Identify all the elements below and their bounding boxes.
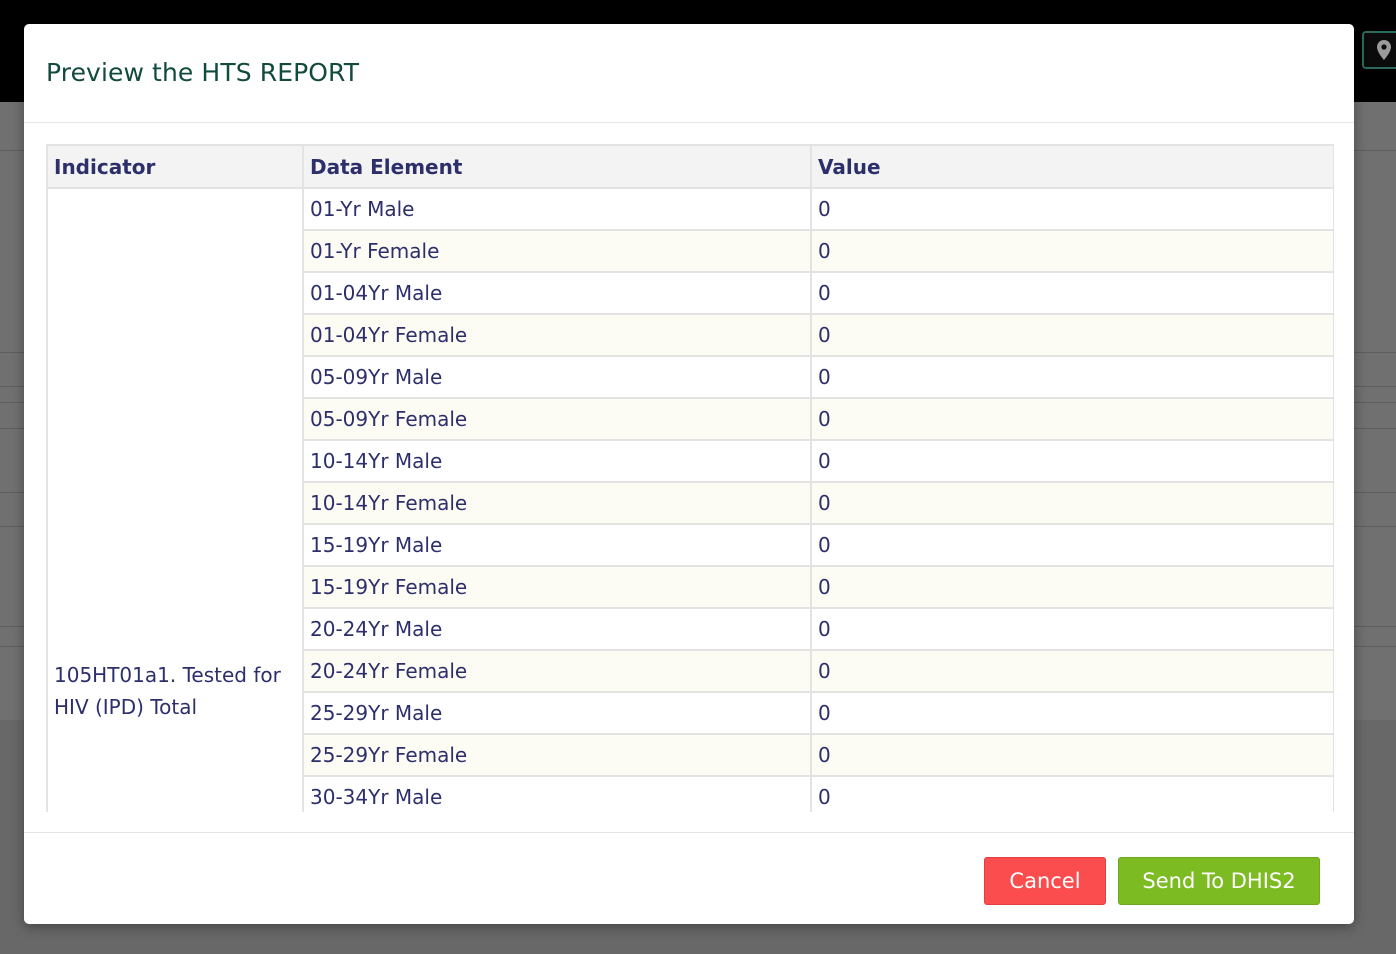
- data-element-cell: 05-09Yr Male: [302, 355, 812, 399]
- modal-title: Preview the HTS REPORT: [46, 58, 360, 87]
- value-cell: 0: [810, 313, 1334, 357]
- column-header-data-element: Data Element: [302, 144, 812, 189]
- data-element-cell: 15-19Yr Male: [302, 523, 812, 567]
- data-element-cell: 05-09Yr Female: [302, 397, 812, 441]
- data-element-cell: 30-34Yr Male: [302, 775, 812, 812]
- value-cell: 0: [810, 565, 1334, 609]
- value-cell: 0: [810, 355, 1334, 399]
- data-element-cell: 01-04Yr Female: [302, 313, 812, 357]
- value-cell: 0: [810, 481, 1334, 525]
- data-element-cell: 10-14Yr Female: [302, 481, 812, 525]
- data-element-cell: 10-14Yr Male: [302, 439, 812, 483]
- data-element-cell: 01-Yr Female: [302, 229, 812, 273]
- value-cell: 0: [810, 691, 1334, 735]
- value-cell: 0: [810, 649, 1334, 693]
- column-header-indicator: Indicator: [46, 144, 304, 189]
- table-row: 105HT01a1. Tested for HIV (IPD) Total 01-…: [46, 187, 1334, 812]
- data-element-cell: 01-04Yr Male: [302, 271, 812, 315]
- value-cell: 0: [810, 775, 1334, 812]
- value-cell: 0: [810, 733, 1334, 777]
- report-table-body: 105HT01a1. Tested for HIV (IPD) Total 01-…: [46, 187, 1334, 812]
- data-element-cell: 25-29Yr Female: [302, 733, 812, 777]
- table-header-row: Indicator Data Element Value: [46, 144, 1334, 189]
- report-table: Indicator Data Element Value 105HT01a1. …: [46, 144, 1334, 812]
- value-cell: 0: [810, 439, 1334, 483]
- map-marker-icon: [1377, 40, 1391, 60]
- value-cell: 0: [810, 607, 1334, 651]
- value-cell: 0: [810, 523, 1334, 567]
- modal-body[interactable]: Indicator Data Element Value 105HT01a1. …: [46, 144, 1334, 812]
- value-cell: 0: [810, 271, 1334, 315]
- column-header-value: Value: [810, 144, 1334, 189]
- cancel-button[interactable]: Cancel: [984, 857, 1106, 905]
- modal-header: Preview the HTS REPORT: [24, 24, 1354, 123]
- modal-footer: Cancel Send To DHIS2: [24, 832, 1354, 924]
- data-element-cell: 25-29Yr Male: [302, 691, 812, 735]
- indicator-cell: 105HT01a1. Tested for HIV (IPD) Total: [46, 187, 304, 812]
- value-cell: 0: [810, 397, 1334, 441]
- data-element-cell: 01-Yr Male: [302, 187, 812, 231]
- value-cell: 0: [810, 187, 1334, 231]
- data-element-cell: 15-19Yr Female: [302, 565, 812, 609]
- location-button[interactable]: [1362, 31, 1396, 69]
- send-to-dhis2-button[interactable]: Send To DHIS2: [1118, 857, 1320, 905]
- preview-modal: Preview the HTS REPORT Indicator Data El…: [24, 24, 1354, 924]
- data-element-cell: 20-24Yr Female: [302, 649, 812, 693]
- data-element-cell: 20-24Yr Male: [302, 607, 812, 651]
- value-cell: 0: [810, 229, 1334, 273]
